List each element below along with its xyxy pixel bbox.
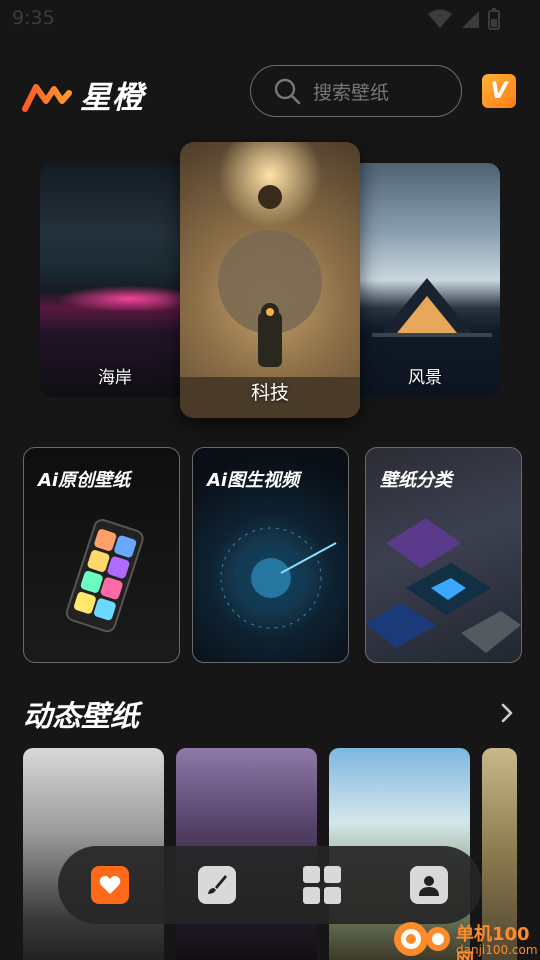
phone-image: [65, 519, 144, 633]
app-name: 星橙: [80, 80, 144, 116]
watermark-logo-icon: [394, 922, 450, 956]
house-image: [372, 278, 492, 337]
nav-profile[interactable]: [410, 866, 448, 904]
wifi-icon: [428, 9, 452, 28]
feature-title: Ai原创壁纸: [38, 470, 131, 491]
watermark-url: danji100.com: [456, 943, 538, 957]
status-icons: [428, 8, 500, 30]
brush-icon: [208, 875, 227, 894]
status-time: 9:35: [12, 7, 55, 29]
status-bar: 9:35: [0, 0, 540, 40]
carousel-label: 海岸: [98, 368, 132, 388]
vip-button[interactable]: V: [482, 74, 516, 108]
search-icon: [274, 78, 301, 105]
feature-title: Ai图生视频: [207, 470, 300, 491]
section-title: 动态壁纸: [23, 699, 140, 733]
battery-icon: [488, 8, 500, 30]
user-icon: [419, 876, 439, 896]
feature-ai-video[interactable]: Ai图生视频: [192, 447, 349, 663]
feature-ai-original[interactable]: Ai原创壁纸: [23, 447, 180, 663]
feature-wallpaper-categories[interactable]: 壁纸分类: [365, 447, 522, 663]
carousel-card-tech[interactable]: 科技: [180, 142, 360, 418]
heart-icon: [99, 875, 121, 894]
search-input[interactable]: 搜索壁纸: [250, 65, 462, 117]
feature-title: 壁纸分类: [380, 470, 452, 491]
carousel-card-coast[interactable]: 海岸: [40, 163, 190, 397]
tiles-image: [366, 518, 521, 653]
astronaut-image: [180, 185, 360, 418]
app-logo: 星橙: [22, 72, 144, 117]
nav-create[interactable]: [198, 866, 236, 904]
carousel-card-landscape[interactable]: 风景: [350, 163, 500, 397]
nav-categories[interactable]: [303, 866, 341, 904]
bottom-nav: [58, 846, 482, 924]
carousel-label: 风景: [408, 368, 442, 388]
search-placeholder: 搜索壁纸: [313, 81, 390, 104]
nav-favorites[interactable]: [91, 866, 129, 904]
watermark: 单机100网 danji100.com: [392, 918, 540, 960]
chevron-right-icon[interactable]: [500, 702, 514, 724]
signal-icon: [462, 11, 479, 28]
grid-icon: [303, 866, 341, 904]
logo-icon: [22, 83, 72, 112]
vortex-image: [220, 527, 337, 629]
vip-label: V: [490, 78, 508, 104]
carousel-label: 科技: [250, 382, 289, 404]
